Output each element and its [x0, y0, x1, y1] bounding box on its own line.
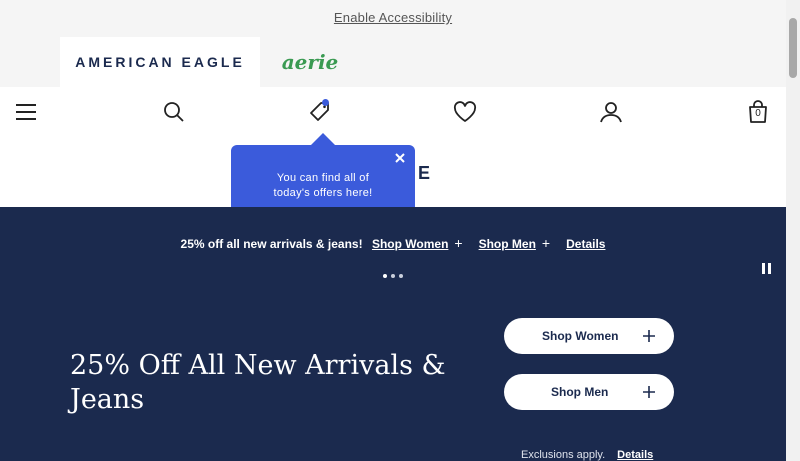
carousel-dot[interactable]: [391, 274, 395, 278]
promo-banner: 25% off all new arrivals & jeans! Shop W…: [0, 235, 786, 251]
user-icon[interactable]: [591, 87, 631, 137]
exclusions-details-link[interactable]: Details: [617, 449, 653, 461]
enable-accessibility-link[interactable]: Enable Accessibility: [0, 10, 786, 25]
shop-women-button[interactable]: Shop Women: [504, 318, 674, 354]
search-icon[interactable]: [154, 87, 194, 137]
promo-text: 25% off all new arrivals & jeans!: [180, 237, 363, 251]
plus-icon: [642, 329, 656, 343]
bag-count: 0: [755, 108, 761, 119]
exclusions-text: Exclusions apply.: [521, 449, 606, 461]
promo-shop-women-link[interactable]: Shop Women: [372, 237, 448, 251]
exclusions-note: Exclusions apply. Details: [521, 449, 653, 461]
pause-icon[interactable]: [762, 263, 772, 275]
tab-american-eagle[interactable]: AMERICAN EAGLE: [60, 37, 260, 87]
american-eagle-tab-label: AMERICAN EAGLE: [75, 54, 245, 70]
close-icon[interactable]: [393, 151, 407, 165]
shop-women-label: Shop Women: [542, 329, 619, 343]
carousel-dots: [383, 274, 403, 278]
promo-details-link[interactable]: Details: [566, 237, 605, 251]
offers-notification-dot: [322, 99, 329, 106]
heart-icon[interactable]: [445, 87, 485, 137]
hero-headline: 25% Off All New Arrivals & Jeans: [70, 350, 446, 415]
carousel-dot[interactable]: [383, 274, 387, 278]
plus-icon: [642, 385, 656, 399]
shop-men-button[interactable]: Shop Men: [504, 374, 674, 410]
tab-aerie[interactable]: aerie: [260, 37, 360, 87]
aerie-tab-label: aerie: [281, 50, 339, 74]
icon-nav-bar: 0: [0, 87, 786, 137]
plus-icon: +: [541, 235, 551, 251]
offer-tag-icon[interactable]: [300, 87, 340, 137]
carousel-dot[interactable]: [399, 274, 403, 278]
plus-icon: +: [454, 235, 463, 251]
promo-shop-men-link[interactable]: Shop Men: [479, 237, 536, 251]
tooltip-arrow: [311, 133, 335, 145]
page: Enable Accessibility AMERICAN EAGLE aeri…: [0, 0, 786, 461]
shop-men-label: Shop Men: [551, 385, 609, 399]
scrollbar-thumb[interactable]: [789, 18, 797, 78]
hero-banner: 25% off all new arrivals & jeans! Shop W…: [0, 207, 786, 461]
shopping-bag-icon[interactable]: 0: [738, 87, 778, 137]
hamburger-menu-icon[interactable]: [6, 87, 46, 137]
tooltip-text: You can find all of today's offers here!: [273, 172, 373, 199]
